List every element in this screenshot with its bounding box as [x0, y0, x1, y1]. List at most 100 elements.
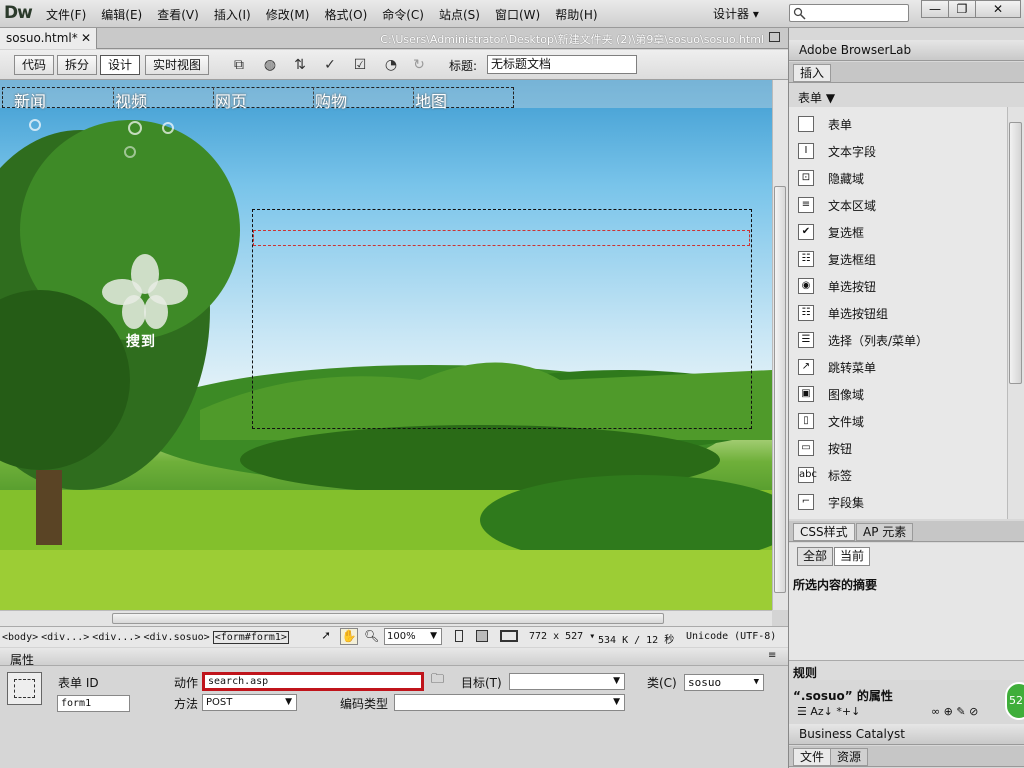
- tag-div[interactable]: <div...>: [92, 632, 140, 643]
- insert-item[interactable]: ⊡ 隐藏域: [798, 168, 864, 188]
- browse-folder-icon[interactable]: 🗀︎: [431, 673, 448, 687]
- hand-tool-icon[interactable]: ✋: [340, 628, 358, 645]
- document-title-input[interactable]: 无标题文档: [487, 55, 637, 74]
- target-select[interactable]: ▼: [509, 673, 625, 690]
- class-value: sosuo: [688, 676, 722, 689]
- css-action-icons[interactable]: ∞ ⊕ ✎ ⊘: [931, 705, 978, 718]
- close-window-button[interactable]: ✕: [975, 0, 1021, 18]
- menu-commands[interactable]: 命令(C): [382, 6, 424, 23]
- css-styles-tab[interactable]: CSS样式: [793, 523, 855, 541]
- menu-view[interactable]: 查看(V): [157, 6, 199, 23]
- insert-item[interactable]: ↗ 跳转菜单: [798, 357, 876, 377]
- insert-item[interactable]: ☰ 选择（列表/菜单）: [798, 330, 928, 350]
- badge-count: 52: [1009, 694, 1023, 707]
- css-panel-tools[interactable]: ☰ Az↓ *+↓: [797, 705, 860, 718]
- chevron-down-icon: ▼: [613, 697, 620, 707]
- maximize-button[interactable]: ❐: [948, 0, 976, 18]
- menu-modify[interactable]: 修改(M): [266, 6, 310, 23]
- close-tab-icon[interactable]: ✕: [81, 28, 91, 48]
- nav-news[interactable]: 新闻: [14, 88, 46, 112]
- insert-item[interactable]: 表单: [798, 114, 852, 134]
- nav-web[interactable]: 网页: [215, 88, 247, 112]
- check-browser-icon[interactable]: ☑: [347, 55, 373, 75]
- preview-browser-icon[interactable]: ◍: [257, 55, 283, 75]
- ap-elements-tab[interactable]: AP 元素: [856, 523, 914, 541]
- zoom-select[interactable]: 100% ▼: [384, 628, 442, 645]
- canvas-horizontal-scroll-thumb[interactable]: [112, 613, 664, 624]
- form-id-input[interactable]: form1: [57, 695, 130, 712]
- insert-tab[interactable]: 插入: [793, 64, 832, 82]
- panel-menu-icon[interactable]: ≡: [768, 650, 776, 661]
- nav-shopping[interactable]: 购物: [315, 88, 347, 112]
- tag-form-selected[interactable]: <form#form1>: [212, 631, 289, 644]
- file-management-icon[interactable]: ⇅: [287, 55, 313, 75]
- insert-item[interactable]: ☷ 单选按钮组: [798, 303, 888, 323]
- nav-map[interactable]: 地图: [415, 88, 447, 112]
- business-catalyst-header[interactable]: Business Catalyst: [789, 724, 1024, 745]
- minimize-button[interactable]: —: [921, 0, 949, 18]
- nav-video[interactable]: 视频: [115, 88, 147, 112]
- assets-tab[interactable]: 资源: [830, 748, 869, 766]
- insert-item[interactable]: ▭ 按钮: [798, 438, 852, 458]
- class-select[interactable]: sosuo ▼: [684, 674, 764, 691]
- insert-item-label: 复选框组: [828, 252, 877, 267]
- help-search-input[interactable]: [789, 4, 909, 22]
- css-current-button[interactable]: 当前: [834, 547, 871, 566]
- canvas-vertical-scroll-thumb[interactable]: [774, 186, 786, 593]
- tablet-size-icon[interactable]: [476, 630, 488, 642]
- insert-item[interactable]: ◉ 单选按钮: [798, 276, 876, 296]
- desktop-size-icon[interactable]: [500, 630, 518, 642]
- files-tab[interactable]: 文件: [793, 748, 832, 766]
- radio-group-icon: ☷: [798, 305, 814, 321]
- notification-badge[interactable]: 52: [1005, 682, 1024, 720]
- menu-help[interactable]: 帮助(H): [555, 6, 597, 23]
- menu-window[interactable]: 窗口(W): [495, 6, 540, 23]
- pointer-tool-icon[interactable]: ➚: [322, 629, 330, 644]
- insert-item[interactable]: ▯ 文件域: [798, 411, 864, 431]
- insert-item[interactable]: ⌐ 字段集: [798, 492, 864, 512]
- tag-body[interactable]: <body>: [2, 632, 38, 643]
- workspace-switcher[interactable]: 设计器 ▾: [713, 5, 759, 22]
- insert-item-label: 按钮: [828, 441, 853, 456]
- visual-aids-icon[interactable]: ◔: [378, 55, 404, 75]
- insert-item[interactable]: I 文本字段: [798, 141, 876, 161]
- insert-category-select[interactable]: 表单 ▼: [798, 89, 835, 106]
- insert-list-scroll-thumb[interactable]: [1009, 122, 1022, 384]
- live-view-button[interactable]: 实时视图: [145, 55, 209, 75]
- mobile-size-icon[interactable]: [455, 630, 463, 642]
- menu-site[interactable]: 站点(S): [439, 6, 480, 23]
- w3c-validation-icon[interactable]: ✓: [317, 55, 343, 75]
- insert-item[interactable]: abc 标签: [798, 465, 852, 485]
- restore-document-icon[interactable]: [769, 32, 780, 42]
- zoom-tool-icon[interactable]: 🔍︎: [364, 629, 379, 643]
- design-view-button[interactable]: 设计: [100, 55, 140, 75]
- menu-edit[interactable]: 编辑(E): [101, 6, 142, 23]
- menu-insert[interactable]: 插入(I): [214, 6, 251, 23]
- method-select[interactable]: POST ▼: [202, 694, 297, 711]
- form-icon: [798, 116, 814, 132]
- insert-item-label: 文件域: [828, 414, 865, 429]
- split-view-button[interactable]: 拆分: [57, 55, 97, 75]
- insert-item[interactable]: ≡ 文本区域: [798, 195, 876, 215]
- properties-title: 属性: [10, 653, 35, 667]
- refresh-icon[interactable]: ↻: [406, 55, 432, 75]
- browserlab-panel-header[interactable]: Adobe BrowserLab: [789, 40, 1024, 61]
- menu-file[interactable]: 文件(F): [46, 6, 86, 23]
- multiscreen-icon[interactable]: ⧉: [226, 55, 252, 75]
- insert-item[interactable]: ☷ 复选框组: [798, 249, 876, 269]
- design-canvas[interactable]: 搜到 新闻 视频 网页 购物 地图: [0, 80, 772, 610]
- insert-item[interactable]: ✔ 复选框: [798, 222, 864, 242]
- insert-item[interactable]: ▣ 图像域: [798, 384, 864, 404]
- code-view-button[interactable]: 代码: [14, 55, 54, 75]
- rules-title: 规则: [793, 666, 818, 680]
- action-input[interactable]: search.asp: [202, 672, 424, 691]
- tag-div[interactable]: <div...>: [41, 632, 89, 643]
- chevron-down-icon: ▼: [753, 677, 759, 687]
- menu-format[interactable]: 格式(O): [324, 6, 367, 23]
- document-tab[interactable]: sosuo.html* ✕: [0, 28, 97, 49]
- form-outline[interactable]: [253, 230, 750, 246]
- window-size-readout[interactable]: 772 x 527 ▾: [529, 631, 595, 642]
- css-all-button[interactable]: 全部: [797, 547, 834, 566]
- tag-div-sosuo[interactable]: <div.sosuo>: [143, 632, 209, 643]
- enctype-select[interactable]: ▼: [394, 694, 625, 711]
